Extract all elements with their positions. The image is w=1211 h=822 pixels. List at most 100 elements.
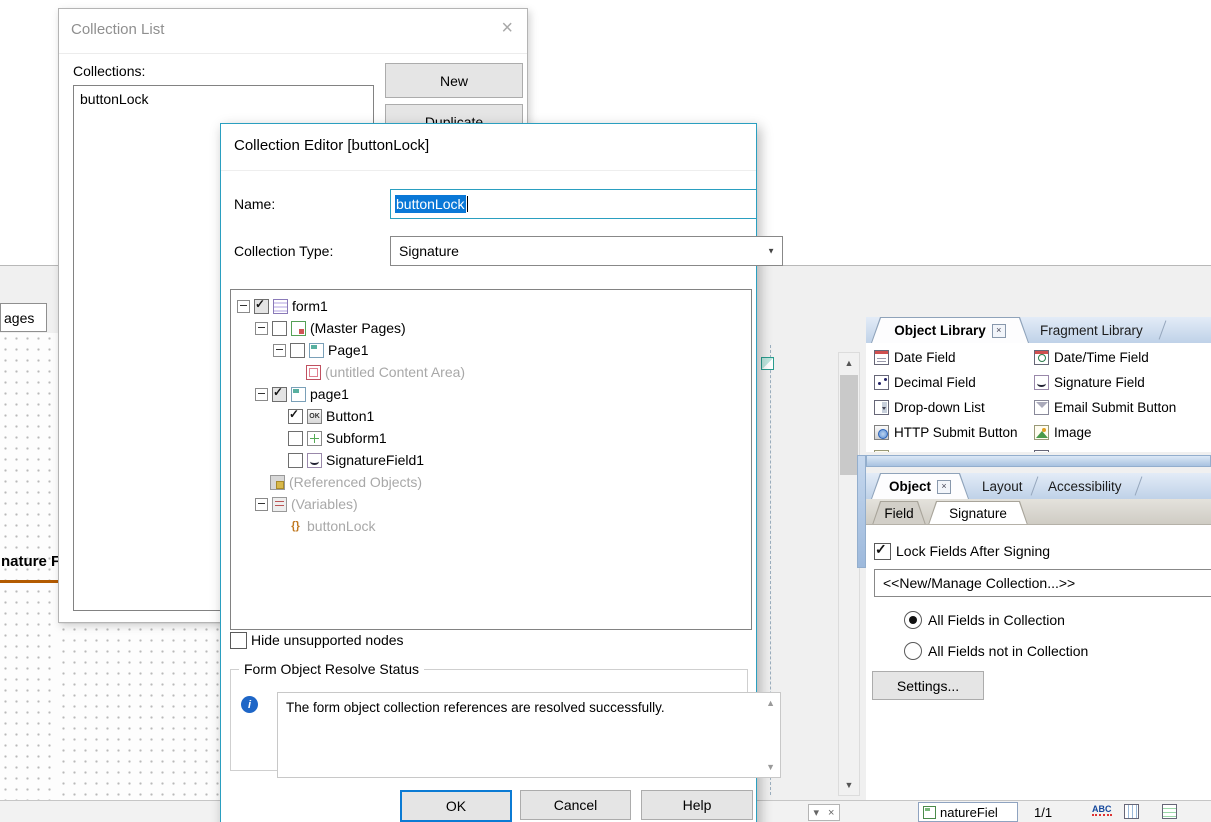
palette-item-date-field[interactable]: Date Field [874,345,1034,370]
dialog-titlebar[interactable]: Collection List × [59,9,527,54]
tab-layout[interactable]: Layout [982,473,1023,499]
info-icon: i [241,696,258,713]
close-icon[interactable]: × [501,17,513,40]
toolbar-control-box: ▾ × [808,804,840,821]
name-input[interactable]: buttonLock [390,189,757,219]
palette-splitter[interactable] [857,455,866,568]
tab-accessibility[interactable]: Accessibility [1048,473,1122,499]
new-button[interactable]: New [385,63,523,98]
palette-item-date-time-field[interactable]: Date/Time Field [1034,345,1211,370]
object-palette-header: Object × Layout Accessibility [866,473,1211,500]
palette-item-clipped[interactable] [1034,445,1211,452]
palette-item-image[interactable]: Image [1034,420,1211,445]
tree-checkbox[interactable] [288,452,303,468]
lock-fields-checkbox[interactable] [874,541,891,560]
decimal-field-icon [874,375,889,390]
tree-item-button1[interactable]: OK Button1 [231,405,751,427]
tab-object[interactable]: Object × [871,473,969,499]
tab-fragment-library[interactable]: Fragment Library [1040,317,1143,343]
subtab-field[interactable]: Field [872,501,926,525]
tree-item-buttonlock-variable[interactable]: {} buttonLock [231,515,751,537]
object-library-list: Date Field Date/Time Field Decimal Field… [866,343,1211,452]
scroll-down-icon[interactable] [839,775,859,795]
toolbar-dropdown-icon[interactable]: ▾ [814,806,820,819]
palette-item-http-submit-button[interactable]: HTTP Submit Button [874,420,1034,445]
tree-checkbox[interactable] [272,320,287,336]
dialog-title: Collection Editor [buttonLock] [234,137,430,154]
list-item[interactable]: buttonLock [74,86,373,112]
date-field-icon [874,350,889,365]
settings-button[interactable]: Settings... [872,671,984,700]
tree-checkbox[interactable] [288,430,303,446]
tree-checkbox[interactable] [254,297,269,314]
page-indicator: 1/1 [1034,805,1053,820]
palette-item-drop-down-list[interactable]: Drop-down List [874,395,1034,420]
canvas-vertical-scrollbar[interactable] [838,352,860,796]
page-icon [309,342,324,358]
palette-item-email-submit-button[interactable]: Email Submit Button [1034,395,1211,420]
document-tab[interactable]: natureFiel [918,802,1018,822]
close-palette-icon[interactable]: × [992,324,1006,338]
tree-item-page1-body[interactable]: page1 [231,383,751,405]
cancel-button[interactable]: Cancel [520,790,631,820]
tree-item-page1[interactable]: Page1 [231,339,751,361]
collection-type-select[interactable]: Signature [390,236,783,266]
pages-tab-label: ages [4,309,35,326]
all-fields-in-collection-radio[interactable] [904,611,922,629]
table-icon[interactable] [1124,804,1139,819]
tree-item-referenced-objects[interactable]: (Referenced Objects) [231,471,751,493]
tree-item-form1[interactable]: form1 [231,295,751,317]
clipped-item-icon [1034,450,1049,452]
drop-down-list-icon [874,400,889,415]
tree-item-master-pages[interactable]: (Master Pages) [231,317,751,339]
email-submit-button-icon [1034,400,1049,415]
tree-item-signaturefield1[interactable]: SignatureField1 [231,449,751,471]
scrollbar-thumb[interactable] [840,375,858,475]
close-palette-icon[interactable]: × [937,480,951,494]
tab-divider [1134,476,1143,496]
ok-button[interactable]: OK [400,790,512,822]
lock-fields-label: Lock Fields After Signing [896,543,1051,559]
collapse-icon[interactable] [237,299,250,313]
collapse-icon[interactable] [255,321,268,335]
tree-item-variables[interactable]: (Variables) [231,493,751,515]
referenced-objects-icon [270,474,285,490]
scroll-up-icon[interactable]: ▲ [766,697,775,709]
canvas-field-caption: nature Fi [1,553,65,570]
palette-item-signature-field[interactable]: Signature Field [1034,370,1211,395]
toolbar-close-icon[interactable]: × [828,807,834,819]
collapse-icon[interactable] [255,387,268,401]
tab-object-library[interactable]: Object Library × [871,317,1029,343]
collection-select[interactable]: <<New/Manage Collection...>> [874,569,1211,597]
spellcheck-icon[interactable]: ABC [1092,804,1112,816]
pages-tab[interactable]: ages [0,303,47,332]
tree-checkbox[interactable] [272,385,287,402]
palette-separator-bar[interactable] [866,455,1211,467]
tree-item-content-area[interactable]: (untitled Content Area) [231,361,751,383]
form-object-tree: form1 (Master Pages) Page1 (untitled Con… [230,289,752,630]
scroll-down-icon[interactable]: ▼ [766,761,775,773]
resolve-status-groupbox: Form Object Resolve Status i The form ob… [230,661,781,778]
palette-item-decimal-field[interactable]: Decimal Field [874,370,1034,395]
groupbox-title: Form Object Resolve Status [239,661,425,677]
palette-item-clipped[interactable] [874,445,1034,452]
tree-item-subform1[interactable]: Subform1 [231,427,751,449]
scroll-up-icon[interactable] [839,353,859,373]
all-fields-not-in-collection-radio[interactable] [904,642,922,660]
subtab-signature[interactable]: Signature [928,501,1028,525]
help-button[interactable]: Help [641,790,753,820]
collapse-icon[interactable] [255,497,268,511]
collection-type-label: Collection Type: [234,243,334,259]
hide-unsupported-checkbox[interactable] [230,632,247,649]
date-time-field-icon [1034,350,1049,365]
content-area-marker-icon [761,357,774,370]
document-tab-icon [923,805,936,819]
tree-checkbox[interactable] [290,342,305,358]
tree-checkbox[interactable] [288,407,303,424]
data-grid-icon[interactable] [1161,804,1177,819]
object-library-header: Object Library × Fragment Library [866,317,1211,344]
page-icon [291,386,306,402]
dialog-title: Collection List [71,21,165,38]
collapse-icon[interactable] [273,343,286,357]
variable-braces-icon: {} [291,520,300,532]
